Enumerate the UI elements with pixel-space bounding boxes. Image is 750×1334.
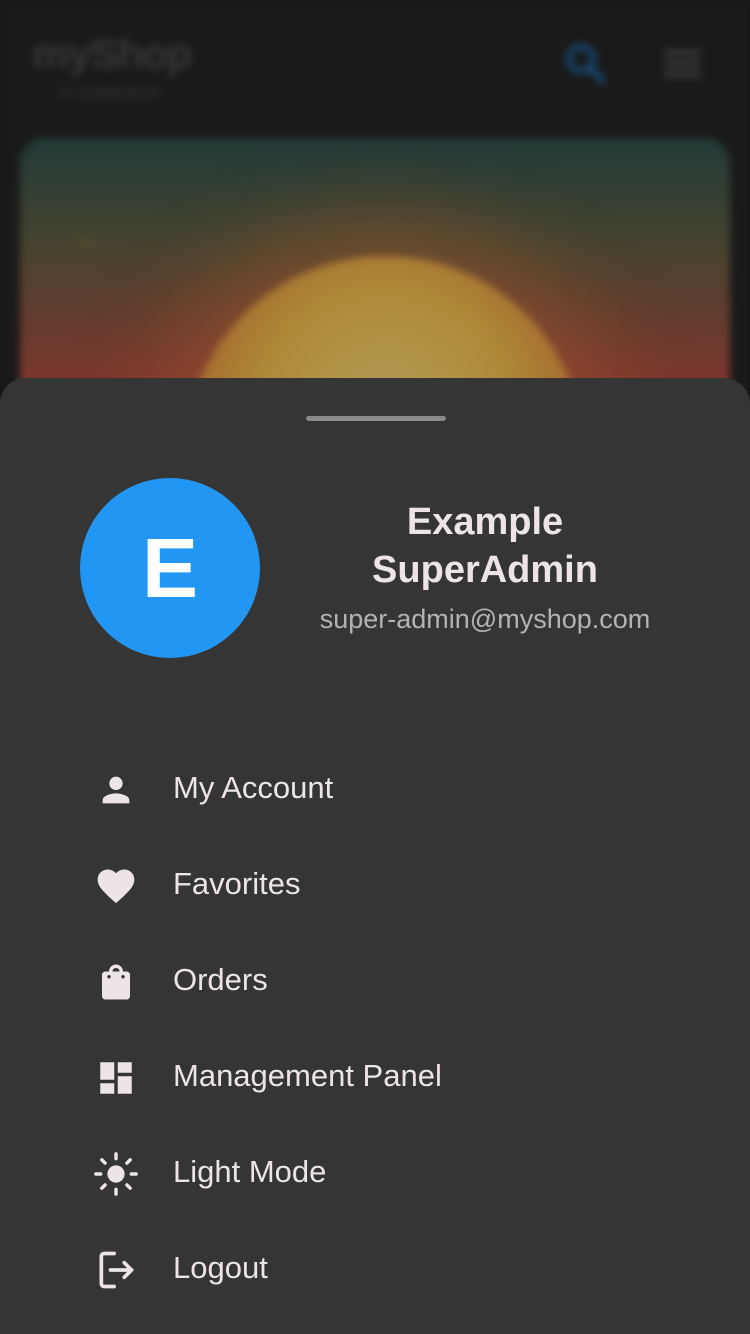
menu-item-my-account[interactable]: My Account <box>0 738 750 834</box>
menu-item-label: Light Mode <box>173 1154 327 1189</box>
menu-item-label: Orders <box>173 962 268 997</box>
menu-item-management-panel[interactable]: Management Panel <box>0 1026 750 1122</box>
account-menu: My Account Favorites Orders Management P… <box>0 738 750 1314</box>
menu-item-label: My Account <box>173 770 334 805</box>
profile-info: Example SuperAdmin super-admin@myshop.co… <box>290 498 680 635</box>
account-bottom-sheet: E Example SuperAdmin super-admin@myshop.… <box>0 378 750 1334</box>
dashboard-icon <box>92 1054 140 1102</box>
menu-item-favorites[interactable]: Favorites <box>0 834 750 930</box>
user-name: Example SuperAdmin <box>372 501 598 591</box>
person-icon <box>92 766 140 814</box>
logout-icon <box>92 1246 140 1294</box>
avatar-letter: E <box>141 521 199 615</box>
shopping-bag-icon <box>92 958 140 1006</box>
menu-item-orders[interactable]: Orders <box>0 930 750 1026</box>
menu-item-logout[interactable]: Logout <box>0 1218 750 1314</box>
menu-item-light-mode[interactable]: Light Mode <box>0 1122 750 1218</box>
drag-handle[interactable] <box>306 416 446 421</box>
user-email: super-admin@myshop.com <box>319 604 651 634</box>
menu-item-label: Favorites <box>173 866 301 901</box>
avatar: E <box>80 478 260 658</box>
heart-icon <box>92 862 140 910</box>
menu-item-label: Management Panel <box>173 1058 442 1093</box>
menu-item-label: Logout <box>173 1250 268 1285</box>
sun-icon <box>92 1150 140 1198</box>
